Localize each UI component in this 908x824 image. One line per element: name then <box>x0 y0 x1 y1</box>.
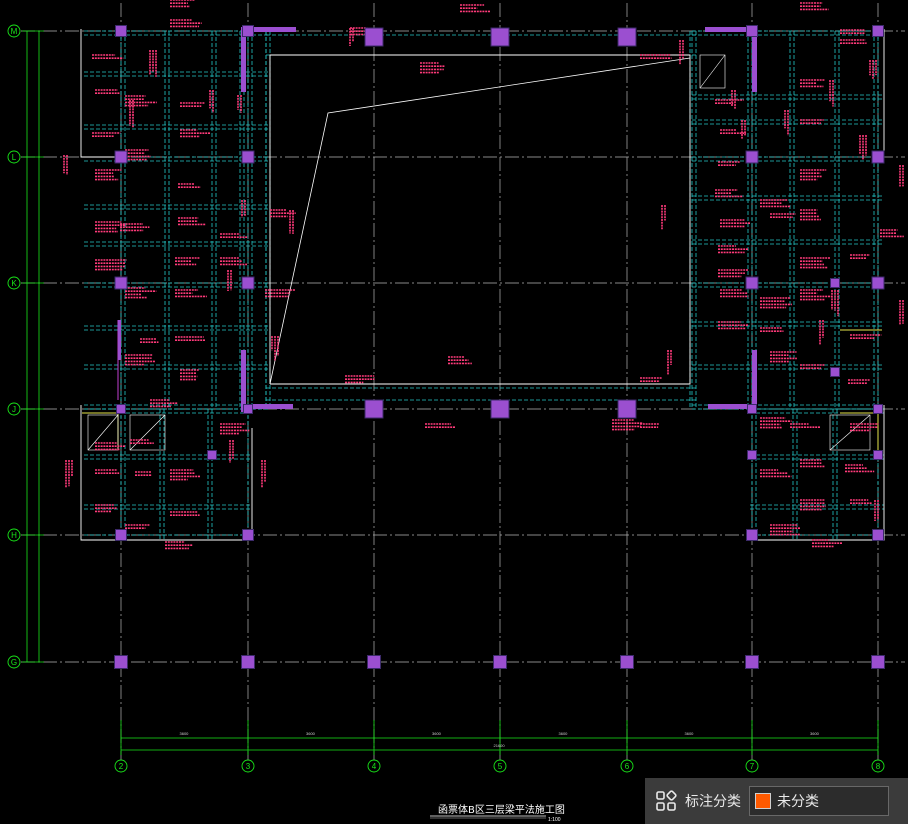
annotation-category-label: 标注分类 <box>685 794 741 810</box>
column <box>241 276 255 290</box>
column <box>241 150 255 164</box>
column <box>207 450 217 460</box>
column <box>242 25 254 37</box>
column <box>871 276 885 290</box>
diagonal-marker <box>87 414 119 451</box>
column <box>830 278 840 288</box>
column <box>241 655 255 669</box>
column <box>872 25 884 37</box>
shear-wall <box>118 320 121 360</box>
column <box>364 399 384 419</box>
columns <box>114 25 885 669</box>
col-axis-6-label: 6 <box>625 762 630 771</box>
layer-color-swatch <box>755 793 771 809</box>
dim-label: 3600 <box>559 731 569 736</box>
annotation-category-panel: 标注分类 未分类 <box>645 778 908 824</box>
column <box>871 150 885 164</box>
column <box>116 404 126 414</box>
column <box>115 529 127 541</box>
column <box>747 450 757 460</box>
column <box>873 404 883 414</box>
column <box>745 276 759 290</box>
dim-total-label: 21600 <box>494 743 506 748</box>
drawing-scale: 1:100 <box>548 817 561 823</box>
column <box>115 25 127 37</box>
dim-label: 3600 <box>810 731 820 736</box>
column <box>745 150 759 164</box>
row-axis-K-label: K <box>11 279 17 288</box>
row-axis-G-label: G <box>11 658 17 667</box>
dim-label: 3600 <box>180 731 190 736</box>
col-axis-7-label: 7 <box>750 762 755 771</box>
column <box>746 529 758 541</box>
dim-label: 3600 <box>685 731 695 736</box>
wall-segments <box>118 27 757 412</box>
layer-select[interactable]: 未分类 <box>749 786 889 816</box>
column <box>830 367 840 377</box>
drawing-title: 函票体B区三层梁平法施工图 <box>438 803 565 816</box>
column <box>617 399 637 419</box>
row-axis-M-label: M <box>11 27 18 36</box>
dim-label: 3600 <box>432 731 442 736</box>
stair-outline <box>82 412 119 450</box>
category-grid-icon <box>656 790 677 811</box>
shear-wall <box>241 350 246 412</box>
col-axis-3-label: 3 <box>246 762 251 771</box>
column <box>114 276 128 290</box>
col-axis-2-label: 2 <box>119 762 124 771</box>
column <box>620 655 634 669</box>
shear-wall <box>752 350 757 412</box>
column <box>493 655 507 669</box>
annotation-category-button[interactable]: 标注分类 <box>655 786 741 816</box>
row-axis-H-label: H <box>11 531 17 540</box>
column <box>367 655 381 669</box>
beam-lines <box>84 30 884 540</box>
column <box>490 399 510 419</box>
col-axis-8-label: 8 <box>876 762 881 771</box>
diagonal-marker <box>829 414 871 451</box>
stair-outline <box>840 412 879 450</box>
diagonal-marker <box>129 414 166 451</box>
row-axis-J-label: J <box>12 405 16 414</box>
column <box>490 27 510 47</box>
axis-grid-lines <box>21 3 905 761</box>
dim-label: 3600 <box>306 731 316 736</box>
col-axis-4-label: 4 <box>372 762 377 771</box>
building-outline <box>80 29 885 541</box>
column <box>746 25 758 37</box>
dimension-lines: 3600 3600 3600 3600 3600 3600 21600 <box>22 30 879 755</box>
column <box>114 655 128 669</box>
column <box>114 150 128 164</box>
layer-select-label: 未分类 <box>777 794 819 810</box>
col-axis-5-label: 5 <box>498 762 503 771</box>
column <box>617 27 637 47</box>
column <box>747 404 757 414</box>
cad-drawing-canvas[interactable]: 3600 3600 3600 3600 3600 3600 21600 M L K J H G 2 3 4 5… <box>0 0 908 824</box>
beam-annotations <box>63 0 904 550</box>
column <box>871 655 885 669</box>
column <box>242 529 254 541</box>
column <box>364 27 384 47</box>
diagonal-marker <box>699 54 726 89</box>
column <box>873 450 883 460</box>
column <box>872 529 884 541</box>
column <box>745 655 759 669</box>
column <box>243 404 253 414</box>
drawing-title-block: 函票体B区三层梁平法施工图 1:100 <box>430 803 565 823</box>
row-axis-L-label: L <box>12 153 17 162</box>
